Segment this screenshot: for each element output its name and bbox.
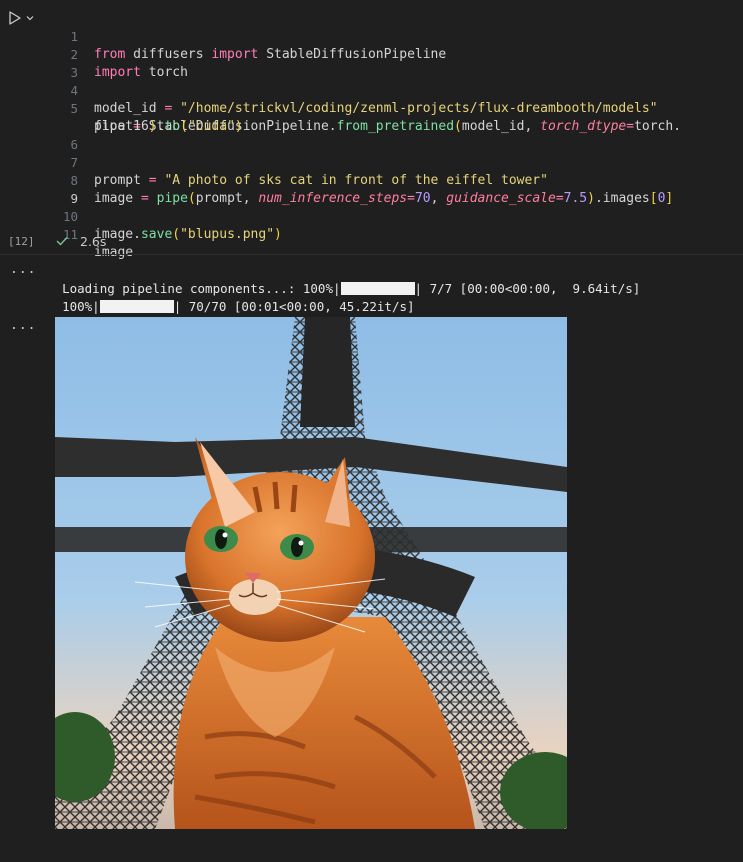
code-line: 11 image <box>40 208 133 260</box>
code-line: 3 <box>40 46 78 80</box>
generated-cat-eiffel-image <box>55 317 567 829</box>
progress-bar-2 <box>99 300 174 313</box>
code-line: 2 import torch <box>40 28 187 80</box>
output-menu-dots[interactable]: ... <box>10 318 36 333</box>
code-line: 6 <box>40 118 78 152</box>
code-line: 4 model_id = "/home/strickvl/coding/zenm… <box>40 64 657 116</box>
code-line-wrapped: float16).to("cuda") <box>94 119 243 134</box>
cell-output-divider <box>0 254 743 255</box>
run-icon[interactable] <box>7 10 23 26</box>
execution-time: 2.6s <box>80 234 107 249</box>
code-line: 8 image = pipe(prompt, num_inference_ste… <box>40 154 673 206</box>
chevron-down-icon[interactable] <box>26 14 34 22</box>
code-line: 9 <box>40 172 78 206</box>
check-icon <box>56 237 68 246</box>
output-menu-dots[interactable]: ... <box>10 262 36 277</box>
cell-gutter <box>0 0 40 254</box>
code-line: 7 prompt = "A photo of sks cat in front … <box>40 136 548 188</box>
execution-count: [12] <box>8 235 35 248</box>
code-line: 1 from diffusers import StableDiffusionP… <box>40 10 446 62</box>
progress-line-2: 100%| | 70/70 [00:01<00:00, 45.22it/s] <box>62 299 415 314</box>
code-cell-editor[interactable]: 1 from diffusers import StableDiffusionP… <box>40 0 743 260</box>
code-line: 10 image.save("blupus.png") <box>40 190 282 242</box>
code-line: 5 pipe = StableDiffusionPipeline.from_pr… <box>40 82 681 134</box>
